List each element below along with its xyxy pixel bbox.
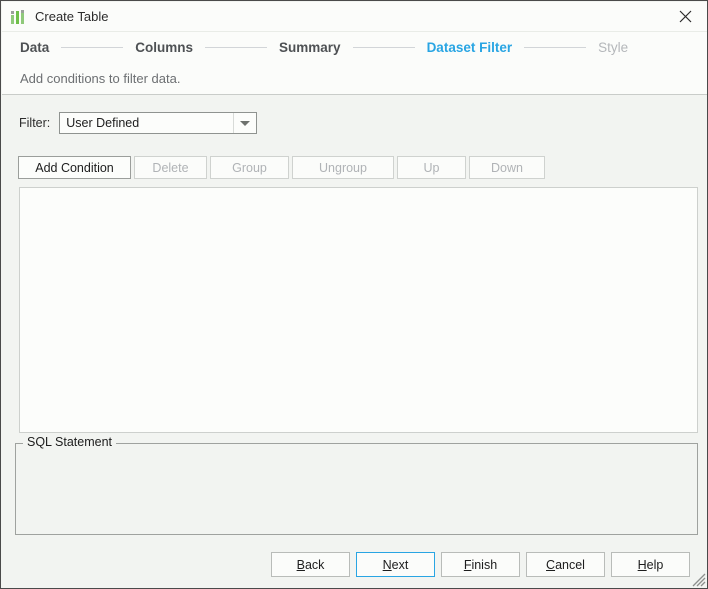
down-button: Down	[469, 156, 545, 179]
wizard-stepper: Data Columns Summary Dataset Filter Styl…	[2, 32, 708, 63]
next-button[interactable]: Next	[356, 552, 435, 577]
filter-row: Filter: User Defined	[19, 112, 257, 134]
condition-toolbar: Add Condition Delete Group Ungroup Up Do…	[18, 156, 548, 179]
create-table-dialog: Create Table Data Columns Summary Datase…	[0, 0, 708, 589]
finish-button[interactable]: Finish	[441, 552, 520, 577]
close-icon[interactable]	[662, 2, 708, 31]
window-title: Create Table	[35, 10, 108, 23]
dialog-body: Filter: User Defined Add Condition Delet…	[2, 95, 708, 589]
step-connector-1	[61, 47, 123, 48]
filter-select[interactable]: User Defined	[59, 112, 257, 134]
filter-selected-value: User Defined	[60, 116, 233, 130]
step-dataset-filter[interactable]: Dataset Filter	[427, 40, 513, 55]
cancel-button[interactable]: Cancel	[526, 552, 605, 577]
ungroup-button: Ungroup	[292, 156, 394, 179]
up-button: Up	[397, 156, 466, 179]
dialog-footer: Back Next Finish Cancel Help	[271, 552, 696, 577]
step-connector-3	[353, 47, 415, 48]
back-button[interactable]: Back	[271, 552, 350, 577]
help-button[interactable]: Help	[611, 552, 690, 577]
filter-label: Filter:	[19, 116, 50, 130]
step-data[interactable]: Data	[20, 40, 49, 55]
step-style: Style	[598, 40, 628, 55]
chevron-down-icon[interactable]	[233, 113, 256, 133]
bar-chart-icon	[11, 9, 27, 25]
group-button: Group	[210, 156, 289, 179]
step-summary[interactable]: Summary	[279, 40, 341, 55]
sql-statement-legend: SQL Statement	[23, 435, 116, 449]
condition-list-panel[interactable]	[19, 187, 698, 433]
header-band: Add conditions to filter data.	[2, 63, 708, 94]
step-connector-2	[205, 47, 267, 48]
add-condition-button[interactable]: Add Condition	[18, 156, 131, 179]
resize-grip-icon[interactable]	[692, 573, 706, 587]
delete-button: Delete	[134, 156, 207, 179]
sql-statement-group	[15, 443, 698, 535]
title-bar: Create Table	[2, 2, 708, 31]
step-connector-4	[524, 47, 586, 48]
step-columns[interactable]: Columns	[135, 40, 193, 55]
page-subtitle: Add conditions to filter data.	[20, 71, 180, 86]
